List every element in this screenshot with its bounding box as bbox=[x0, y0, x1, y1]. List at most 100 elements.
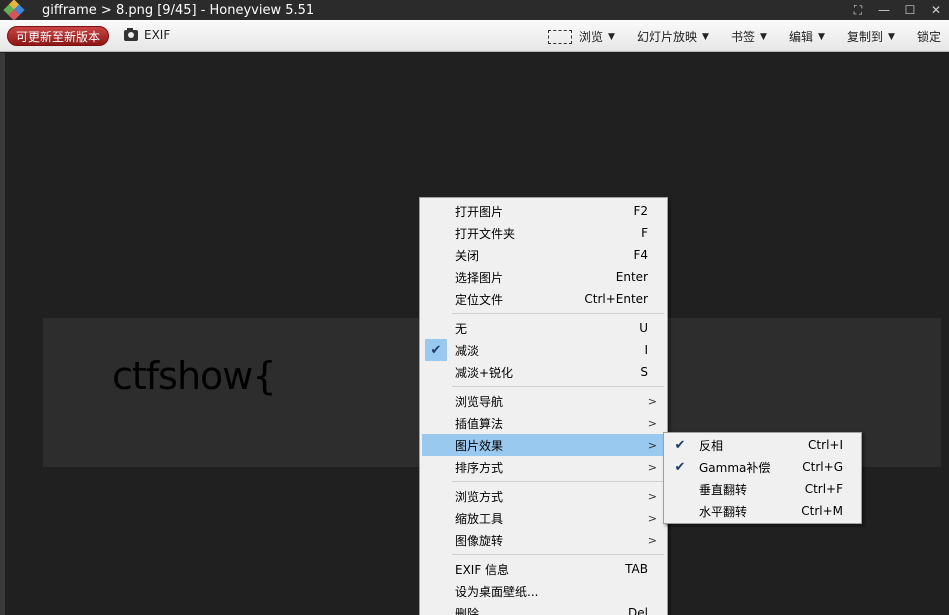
chevron-down-icon: ▼ bbox=[608, 31, 615, 42]
context-menu: 打开图片 F2 打开文件夹 F 关闭 F4 选择图片 Enter 定位文件 Ctrl+En… bbox=[419, 197, 668, 615]
window-controls: ⛶ — ☐ ✕ bbox=[845, 0, 949, 20]
menu-item-open-folder[interactable]: 打开文件夹 F bbox=[422, 222, 666, 244]
honeyview-app-icon[interactable] bbox=[0, 0, 28, 21]
menu-item-label: 浏览方式 bbox=[455, 489, 504, 504]
menu-separator bbox=[452, 554, 664, 555]
menu-separator bbox=[452, 481, 664, 482]
chevron-right-icon: > bbox=[647, 438, 657, 452]
chevron-right-icon: > bbox=[647, 511, 657, 525]
submenu-item-flip-horizontal[interactable]: 水平翻转 Ctrl+M bbox=[666, 500, 861, 522]
menu-item-zoom-tools[interactable]: 缩放工具 > bbox=[422, 507, 666, 529]
menu-item-image-rotation[interactable]: 图像旋转 > bbox=[422, 529, 666, 551]
menu-item-label: 设为桌面壁纸... bbox=[455, 584, 539, 599]
checkmark-icon: ✔ bbox=[425, 339, 447, 361]
menu-item-delete[interactable]: 删除 Del bbox=[422, 602, 666, 615]
menu-item-select-image[interactable]: 选择图片 Enter bbox=[422, 266, 666, 288]
menu-item-label: 减淡 bbox=[455, 343, 480, 358]
menu-item-label: EXIF 信息 bbox=[455, 562, 510, 577]
browse-label: 浏览 bbox=[579, 30, 604, 44]
menu-item-open-image[interactable]: 打开图片 F2 bbox=[422, 200, 666, 222]
image-text: ctfshow{ bbox=[112, 354, 277, 398]
chevron-right-icon: > bbox=[647, 394, 657, 408]
menu-item-exif-info[interactable]: EXIF 信息 TAB bbox=[422, 558, 666, 580]
menu-item-shortcut: Ctrl+M bbox=[801, 504, 843, 518]
minimize-button[interactable]: — bbox=[871, 0, 897, 20]
exif-button[interactable]: EXIF bbox=[124, 27, 171, 42]
chevron-right-icon: > bbox=[647, 533, 657, 547]
menu-item-shortcut: Ctrl+I bbox=[808, 438, 843, 452]
chevron-right-icon: > bbox=[647, 489, 657, 503]
menu-item-shortcut: Ctrl+G bbox=[802, 460, 843, 474]
menu-item-set-wallpaper[interactable]: 设为桌面壁纸... bbox=[422, 580, 666, 602]
menu-item-shortcut: F2 bbox=[633, 204, 648, 218]
fullscreen-button[interactable]: ⛶ bbox=[845, 0, 871, 20]
menu-item-fade[interactable]: ✔ 减淡 I bbox=[422, 339, 666, 361]
menu-item-shortcut: S bbox=[640, 365, 648, 379]
submenu-item-invert[interactable]: ✔ 反相 Ctrl+I bbox=[666, 434, 861, 456]
menu-item-fade-sharpen[interactable]: 减淡+锐化 S bbox=[422, 361, 666, 383]
lock-menu-button[interactable]: 锁定 bbox=[917, 28, 941, 45]
exif-label: EXIF bbox=[144, 28, 171, 42]
chevron-right-icon: > bbox=[647, 460, 657, 474]
camera-icon bbox=[124, 27, 138, 41]
submenu-item-flip-vertical[interactable]: 垂直翻转 Ctrl+F bbox=[666, 478, 861, 500]
menu-item-label: 无 bbox=[455, 321, 468, 336]
menu-item-browse-navigation[interactable]: 浏览导航 > bbox=[422, 390, 666, 412]
menu-item-label: 删除 bbox=[455, 606, 480, 615]
window-title: gifframe > 8.png [9/45] - Honeyview 5.51 bbox=[42, 2, 315, 18]
browse-menu-button[interactable]: 浏览 ▼ bbox=[548, 28, 615, 45]
menu-item-label: 定位文件 bbox=[455, 292, 504, 307]
menu-item-shortcut: TAB bbox=[625, 562, 648, 576]
lock-label: 锁定 bbox=[917, 30, 942, 44]
bookmarks-label: 书签 bbox=[731, 30, 756, 44]
menu-item-label: 减淡+锐化 bbox=[455, 365, 514, 380]
checkmark-icon: ✔ bbox=[674, 437, 686, 453]
menu-item-shortcut: Ctrl+Enter bbox=[584, 292, 648, 306]
toolbar: 可更新至新版本 EXIF 浏览 ▼ 幻灯片放映 ▼ 书签 ▼ 编辑 ▼ 复制到 … bbox=[0, 20, 949, 52]
menu-separator bbox=[452, 386, 664, 387]
menu-separator bbox=[452, 313, 664, 314]
browse-icon bbox=[548, 29, 572, 44]
slideshow-menu-button[interactable]: 幻灯片放映 ▼ bbox=[637, 28, 709, 45]
chevron-down-icon: ▼ bbox=[888, 31, 895, 42]
copy-to-label: 复制到 bbox=[847, 30, 884, 44]
menu-item-label: 选择图片 bbox=[455, 270, 504, 285]
menu-item-browse-mode[interactable]: 浏览方式 > bbox=[422, 485, 666, 507]
update-available-button[interactable]: 可更新至新版本 bbox=[7, 26, 109, 46]
chevron-right-icon: > bbox=[647, 416, 657, 430]
close-button[interactable]: ✕ bbox=[923, 0, 949, 20]
menu-item-interpolation[interactable]: 插值算法 > bbox=[422, 412, 666, 434]
menu-item-label: 排序方式 bbox=[455, 460, 504, 475]
menu-item-label: 关闭 bbox=[455, 248, 480, 263]
menu-item-close[interactable]: 关闭 F4 bbox=[422, 244, 666, 266]
menu-item-shortcut: Del bbox=[628, 606, 648, 615]
menu-item-label: 图像旋转 bbox=[455, 533, 504, 548]
menu-item-label: 垂直翻转 bbox=[699, 482, 748, 497]
copy-to-menu-button[interactable]: 复制到 ▼ bbox=[847, 28, 895, 45]
chevron-down-icon: ▼ bbox=[702, 31, 709, 42]
menu-item-label: 打开文件夹 bbox=[455, 226, 516, 241]
menu-item-shortcut: I bbox=[644, 343, 648, 357]
maximize-button[interactable]: ☐ bbox=[897, 0, 923, 20]
chevron-down-icon: ▼ bbox=[760, 31, 767, 42]
menu-item-label: Gamma补偿 bbox=[699, 460, 771, 475]
menu-item-sort-order[interactable]: 排序方式 > bbox=[422, 456, 666, 478]
title-bar: gifframe > 8.png [9/45] - Honeyview 5.51… bbox=[0, 0, 949, 21]
menu-item-label: 反相 bbox=[699, 438, 724, 453]
menu-item-image-effects[interactable]: 图片效果 > bbox=[422, 434, 666, 456]
menu-item-locate-file[interactable]: 定位文件 Ctrl+Enter bbox=[422, 288, 666, 310]
image-effects-submenu: ✔ 反相 Ctrl+I ✔ Gamma补偿 Ctrl+G 垂直翻转 Ctrl+F 水平翻转… bbox=[663, 432, 862, 524]
submenu-item-gamma[interactable]: ✔ Gamma补偿 Ctrl+G bbox=[666, 456, 861, 478]
menu-item-shortcut: Ctrl+F bbox=[804, 482, 843, 496]
menu-item-label: 打开图片 bbox=[455, 204, 504, 219]
edit-menu-button[interactable]: 编辑 ▼ bbox=[789, 28, 825, 45]
menu-item-shortcut: F bbox=[641, 226, 648, 240]
menu-item-none[interactable]: 无U bbox=[422, 317, 666, 339]
menu-item-label: 浏览导航 bbox=[455, 394, 504, 409]
edit-label: 编辑 bbox=[789, 30, 814, 44]
menu-item-label: 缩放工具 bbox=[455, 511, 504, 526]
menu-item-label: 水平翻转 bbox=[699, 504, 748, 519]
bookmarks-menu-button[interactable]: 书签 ▼ bbox=[731, 28, 767, 45]
chevron-down-icon: ▼ bbox=[818, 31, 825, 42]
slideshow-label: 幻灯片放映 bbox=[637, 30, 698, 44]
